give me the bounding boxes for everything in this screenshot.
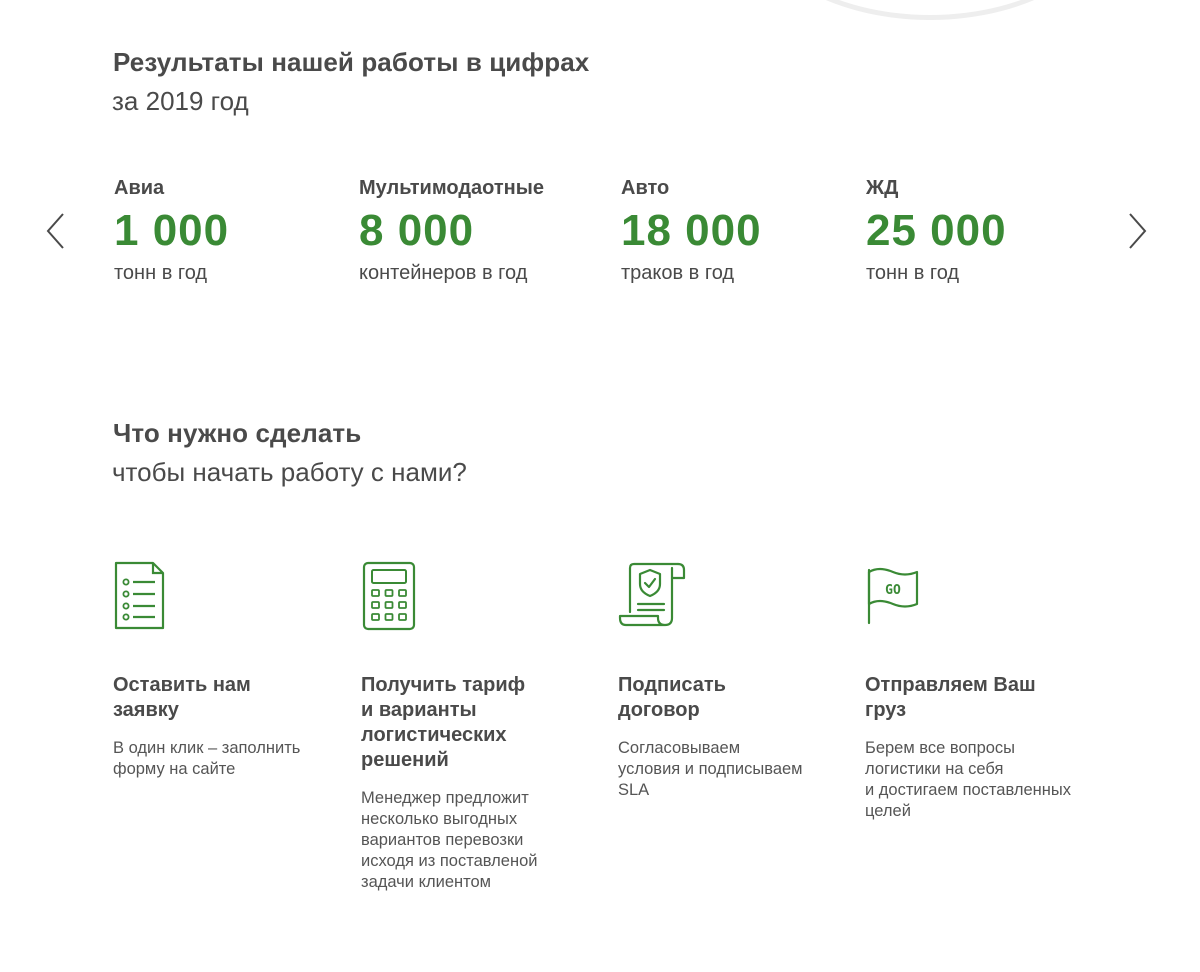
results-subtitle: за 2019 год — [112, 86, 249, 116]
carousel-prev-button[interactable] — [44, 212, 68, 250]
go-flag-text: GO — [885, 583, 901, 598]
stat-unit: тонн в год — [114, 262, 208, 284]
carousel-next-button[interactable] — [1125, 212, 1149, 250]
stat-item-avia: Авиа 1 000 тонн в год — [114, 175, 229, 286]
contract-scroll-icon — [618, 562, 686, 627]
stat-label: Авиа — [114, 177, 165, 199]
step-title: Подписать договор — [618, 674, 726, 721]
stat-label: ЖД — [866, 177, 899, 199]
document-list-icon — [114, 561, 165, 630]
stat-value: 1 000 — [114, 206, 230, 255]
stat-value: 18 000 — [621, 206, 762, 255]
results-title: Результаты нашей работы в цифрах — [113, 47, 590, 77]
step-title: Оставить нам заявку — [113, 674, 251, 721]
stat-item-rail: ЖД 25 000 тонн в год — [866, 175, 1007, 286]
step-description: В один клик – заполнить форму на сайте — [113, 739, 301, 778]
stat-label: Авто — [621, 177, 670, 199]
decorative-arc — [745, 0, 1115, 20]
stat-value: 25 000 — [866, 206, 1007, 255]
stat-item-auto: Авто 18 000 траков в год — [621, 175, 762, 286]
step-description: Согласовываем условия и подписываем SLA — [618, 739, 803, 799]
go-flag-icon: GO — [867, 567, 919, 625]
step-description: Менеджер предложит несколько выгодных ва… — [361, 789, 538, 891]
step-title: Получить тариф и варианты логистических … — [361, 674, 526, 771]
chevron-right-icon — [1129, 213, 1147, 249]
stat-unit: траков в год — [621, 262, 735, 284]
step-description: Берем все вопросы логистики на себя и до… — [865, 739, 1072, 820]
stat-unit: тонн в год — [866, 262, 960, 284]
step-title: Отправляем Ваш груз — [865, 674, 1036, 721]
stat-label: Мультимодаотные — [359, 177, 544, 199]
stat-item-multimodal: Мультимодаотные 8 000 контейнеров в год — [359, 175, 544, 286]
chevron-left-icon — [46, 213, 64, 249]
calculator-icon — [362, 561, 416, 631]
steps-subtitle: чтобы начать работу с нами? — [112, 457, 467, 487]
stat-unit: контейнеров в год — [359, 262, 528, 284]
stat-value: 8 000 — [359, 206, 475, 255]
steps-title: Что нужно сделать — [113, 418, 362, 448]
